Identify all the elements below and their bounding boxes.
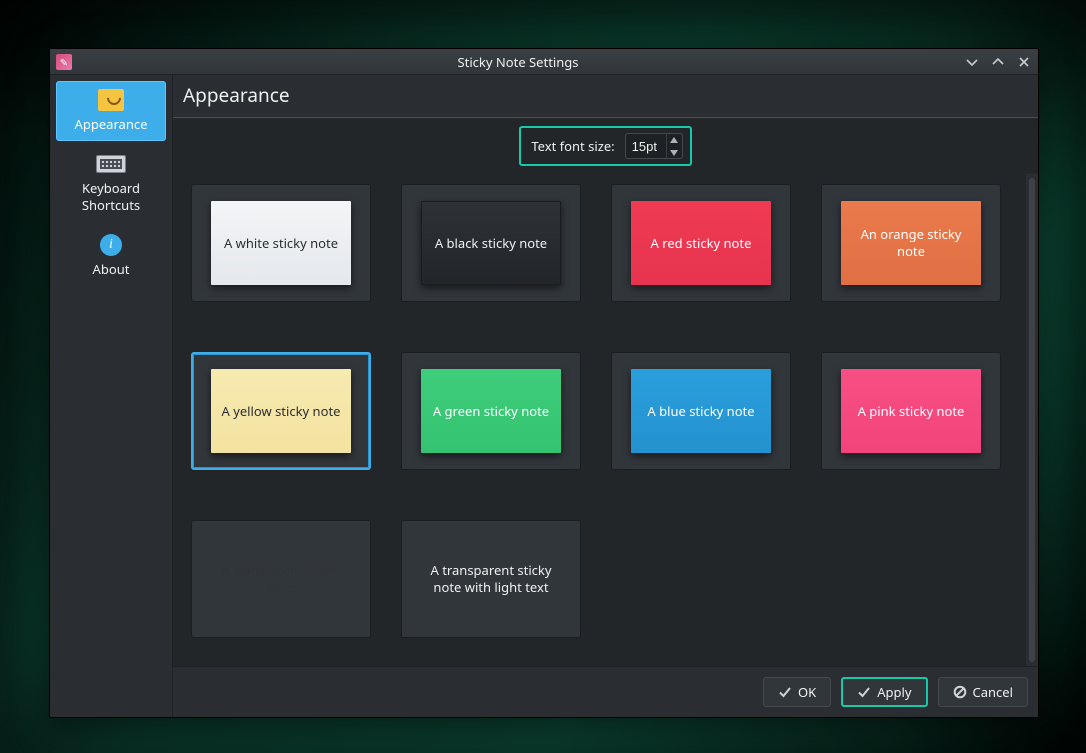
settings-window: ✎ Sticky Note Settings Appearance Keyboa… <box>49 48 1039 718</box>
check-icon <box>857 685 871 699</box>
minimize-button[interactable] <box>964 54 980 70</box>
note-style-card[interactable]: A pink sticky note <box>821 352 1001 470</box>
cancel-icon <box>953 685 967 699</box>
note-swatch-label: A black sticky note <box>435 235 547 252</box>
note-swatch-label: A blue sticky note <box>647 403 754 420</box>
main-panel: Appearance Text font size: A white stick… <box>173 75 1038 717</box>
window-title: Sticky Note Settings <box>72 53 964 71</box>
info-icon: i <box>95 233 127 257</box>
scrollbar[interactable] <box>1026 174 1038 666</box>
sidebar-item-label: Keyboard Shortcuts <box>61 180 161 213</box>
note-swatch: A green sticky note <box>421 369 561 453</box>
note-style-card[interactable]: An orange sticky note <box>821 184 1001 302</box>
font-size-spinbox[interactable] <box>625 133 683 159</box>
scrollbar-thumb[interactable] <box>1029 178 1035 662</box>
note-style-grid: A white sticky note A black sticky note A … <box>173 174 1026 666</box>
sidebar-item-label: About <box>93 261 130 277</box>
note-swatch: A blue sticky note <box>631 369 771 453</box>
note-style-card[interactable]: A white sticky note <box>191 184 371 302</box>
note-swatch-label: A white sticky note <box>224 235 338 252</box>
note-style-card[interactable]: A transparent sticky note with light tex… <box>401 520 581 638</box>
keyboard-icon <box>95 152 127 176</box>
dialog-button-bar: OK Apply Cancel <box>173 666 1038 717</box>
note-style-card[interactable]: A yellow sticky note <box>191 352 371 470</box>
note-style-card[interactable]: A translucent sticky note <box>191 520 371 638</box>
note-style-card[interactable]: A red sticky note <box>611 184 791 302</box>
note-swatch-label: A pink sticky note <box>858 403 965 420</box>
note-style-card[interactable]: A black sticky note <box>401 184 581 302</box>
note-swatch-label: A yellow sticky note <box>222 403 341 420</box>
page-title: Appearance <box>173 75 1038 118</box>
note-swatch: A red sticky note <box>631 201 771 285</box>
cancel-button[interactable]: Cancel <box>938 677 1028 707</box>
ok-button[interactable]: OK <box>763 677 831 707</box>
note-swatch: A black sticky note <box>421 201 561 285</box>
button-label: Apply <box>877 683 911 701</box>
note-swatch: A yellow sticky note <box>211 369 351 453</box>
sidebar: Appearance Keyboard Shortcuts i About <box>50 75 173 717</box>
spin-down[interactable] <box>667 146 682 159</box>
sidebar-item-label: Appearance <box>75 116 148 132</box>
app-icon: ✎ <box>56 54 72 70</box>
font-size-label: Text font size: <box>531 137 614 155</box>
note-style-card[interactable]: A blue sticky note <box>611 352 791 470</box>
button-label: OK <box>798 683 816 701</box>
note-swatch: A pink sticky note <box>841 369 981 453</box>
note-swatch: A transparent sticky note with light tex… <box>421 537 561 621</box>
note-swatch: A translucent sticky note <box>211 537 351 621</box>
maximize-button[interactable] <box>990 54 1006 70</box>
titlebar[interactable]: ✎ Sticky Note Settings <box>50 49 1038 75</box>
note-swatch: An orange sticky note <box>841 201 981 285</box>
sidebar-item-about[interactable]: i About <box>56 226 166 286</box>
note-swatch-label: A transparent sticky note with light tex… <box>425 562 557 596</box>
font-size-input[interactable] <box>626 139 666 154</box>
note-swatch-label: A green sticky note <box>433 403 549 420</box>
note-swatch-label: An orange sticky note <box>845 226 977 260</box>
appearance-icon <box>95 88 127 112</box>
note-swatch: A white sticky note <box>211 201 351 285</box>
sidebar-item-appearance[interactable]: Appearance <box>56 81 166 141</box>
spin-up[interactable] <box>667 133 682 146</box>
sidebar-item-keyboard-shortcuts[interactable]: Keyboard Shortcuts <box>56 145 166 222</box>
note-swatch-label: A red sticky note <box>651 235 752 252</box>
close-button[interactable] <box>1016 54 1032 70</box>
note-style-card[interactable]: A green sticky note <box>401 352 581 470</box>
toolbar: Text font size: <box>173 118 1038 174</box>
button-label: Cancel <box>973 683 1013 701</box>
font-size-group: Text font size: <box>519 126 691 166</box>
note-swatch-label: A translucent sticky note <box>215 562 347 596</box>
apply-button[interactable]: Apply <box>841 677 927 707</box>
check-icon <box>778 685 792 699</box>
